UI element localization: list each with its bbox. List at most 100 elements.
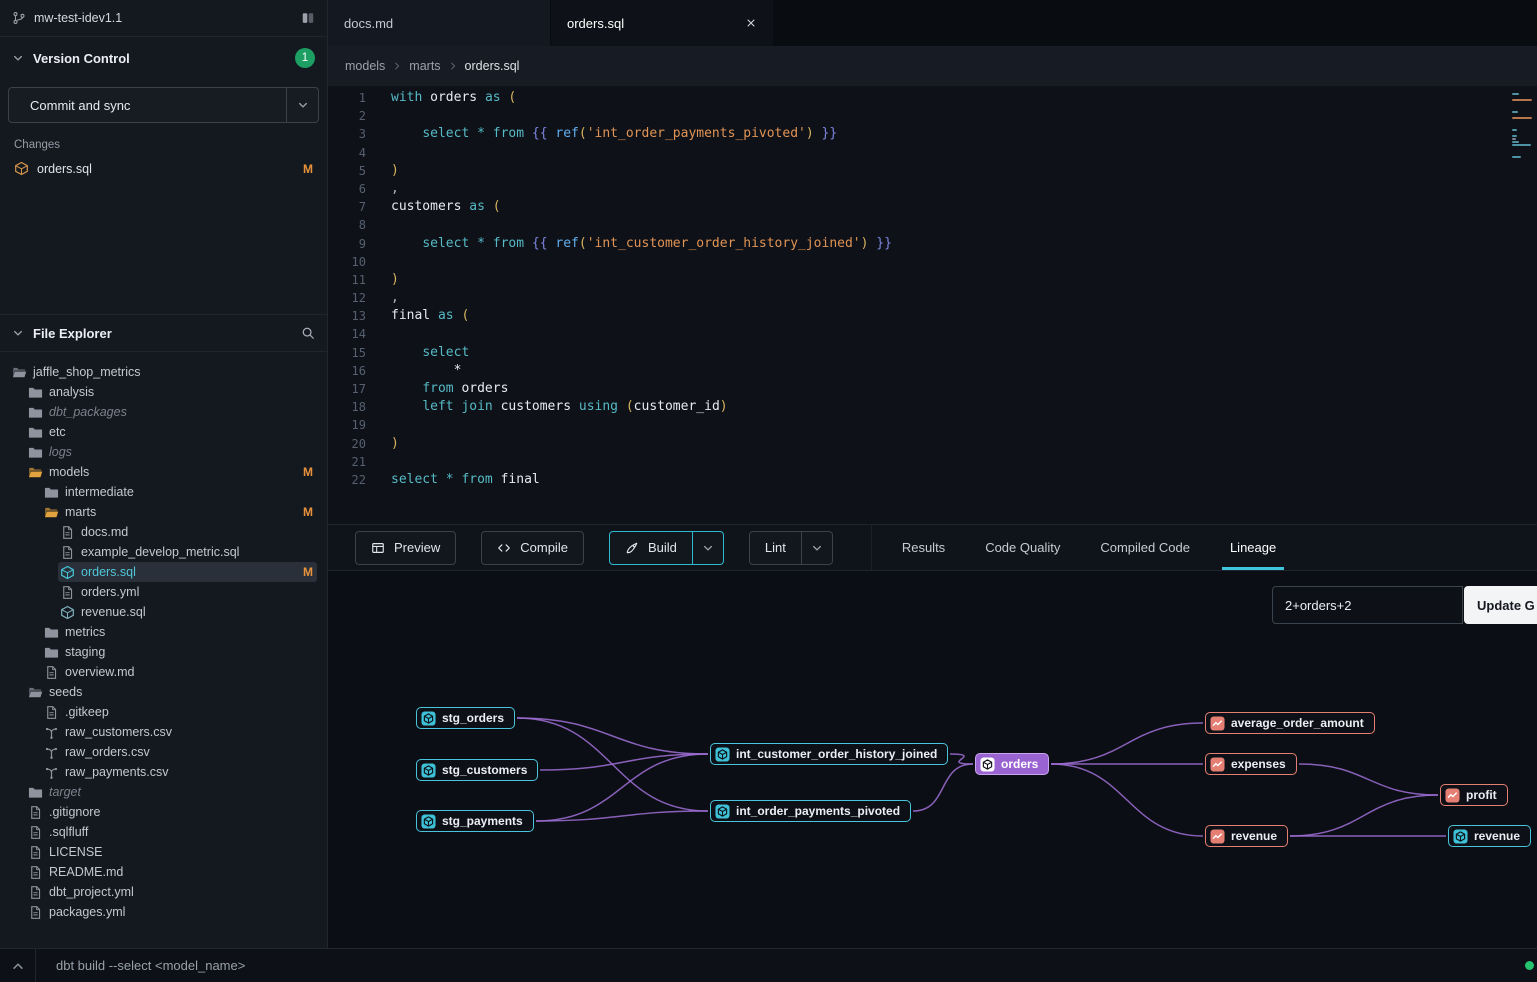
lineage-node-stg-payments[interactable]: stg_payments [416, 810, 534, 832]
commit-options-chevron[interactable] [286, 88, 318, 122]
lineage-node-stg-orders[interactable]: stg_orders [416, 707, 515, 729]
panel-toggle-icon[interactable] [301, 11, 315, 25]
close-icon[interactable] [745, 17, 757, 29]
file-icon [44, 705, 59, 720]
tab-results[interactable]: Results [902, 525, 945, 570]
tab-compiled-code[interactable]: Compiled Code [1100, 525, 1190, 570]
breadcrumb-item[interactable]: marts [409, 59, 440, 73]
tree-item-label: docs.md [81, 525, 128, 539]
folder-icon [44, 625, 59, 640]
code-line: 4 [328, 144, 1537, 162]
tab-lineage[interactable]: Lineage [1230, 525, 1276, 570]
code-editor[interactable]: 1with orders as (23 select * from {{ ref… [328, 86, 1537, 524]
tab-docs-md[interactable]: docs.md [328, 0, 551, 46]
cube-icon [60, 565, 75, 580]
tree-item-target[interactable]: target [0, 782, 327, 802]
lineage-node-revenue-model[interactable]: revenue [1448, 825, 1531, 847]
build-options-chevron[interactable] [692, 531, 724, 565]
tree-item-label: .sqlfluff [49, 825, 88, 839]
tree-item-label: raw_customers.csv [65, 725, 172, 739]
tree-item-raw-payments-csv[interactable]: raw_payments.csv [0, 762, 327, 782]
folder-icon [28, 425, 43, 440]
tree-item-logs[interactable]: logs [0, 442, 327, 462]
tree-item-etc[interactable]: etc [0, 422, 327, 442]
tree-item-license[interactable]: LICENSE [0, 842, 327, 862]
build-button[interactable]: Build [609, 531, 693, 565]
lineage-node-int-order-payments-pivoted[interactable]: int_order_payments_pivoted [710, 800, 911, 822]
commit-and-sync-button[interactable]: Commit and sync [8, 87, 319, 123]
file-icon [60, 585, 75, 600]
tree-item-seeds[interactable]: seeds [0, 682, 327, 702]
tree-item-orders-sql[interactable]: orders.sqlM [0, 562, 327, 582]
lint-button[interactable]: Lint [749, 531, 802, 565]
seed-icon [44, 745, 59, 760]
file-icon [28, 805, 43, 820]
tab-label: orders.sql [567, 16, 624, 31]
tree-item-analysis[interactable]: analysis [0, 382, 327, 402]
folder-open-icon [12, 365, 27, 380]
chevron-down-icon[interactable] [12, 52, 24, 64]
tab-orders-sql[interactable]: orders.sql [551, 0, 774, 46]
tree-item-jaffle-shop-metrics[interactable]: jaffle_shop_metrics [0, 362, 327, 382]
tree-item-sqlfluff[interactable]: .sqlfluff [0, 822, 327, 842]
tree-item-dbt-packages[interactable]: dbt_packages [0, 402, 327, 422]
chevron-down-icon[interactable] [12, 327, 24, 339]
tree-item-label: .gitkeep [65, 705, 109, 719]
breadcrumb-item[interactable]: models [345, 59, 385, 73]
tree-item-example-develop-metric-sql[interactable]: example_develop_metric.sql [0, 542, 327, 562]
file-icon [28, 825, 43, 840]
tree-item-readme-md[interactable]: README.md [0, 862, 327, 882]
tree-item-gitkeep[interactable]: .gitkeep [0, 702, 327, 722]
line-number: 3 [328, 125, 366, 143]
tree-item-metrics[interactable]: metrics [0, 622, 327, 642]
code-line: 10 [328, 253, 1537, 271]
preview-button[interactable]: Preview [355, 531, 456, 565]
tree-item-gitignore[interactable]: .gitignore [0, 802, 327, 822]
tree-item-intermediate[interactable]: intermediate [0, 482, 327, 502]
lineage-node-orders[interactable]: orders [975, 753, 1049, 775]
tab-code-quality[interactable]: Code Quality [985, 525, 1060, 570]
lineage-selector-input[interactable] [1272, 586, 1463, 624]
compile-button[interactable]: Compile [481, 531, 584, 565]
lint-options-chevron[interactable] [801, 531, 833, 565]
lineage-node-stg-customers[interactable]: stg_customers [416, 759, 538, 781]
code-line: 19 [328, 416, 1537, 434]
build-label: Build [648, 540, 677, 555]
model-cube-icon [1453, 829, 1468, 844]
tree-item-raw-customers-csv[interactable]: raw_customers.csv [0, 722, 327, 742]
line-number: 19 [328, 416, 366, 434]
code-line: 17 from orders [328, 380, 1537, 398]
tree-item-packages-yml[interactable]: packages.yml [0, 902, 327, 922]
tree-item-dbt-project-yml[interactable]: dbt_project.yml [0, 882, 327, 902]
tree-item-revenue-sql[interactable]: revenue.sql [0, 602, 327, 622]
update-graph-button[interactable]: Update G [1464, 586, 1537, 624]
code-line: 7customers as ( [328, 198, 1537, 216]
file-tree: jaffle_shop_metricsanalysisdbt_packagese… [0, 353, 327, 948]
tree-item-overview-md[interactable]: overview.md [0, 662, 327, 682]
lineage-node-profit[interactable]: profit [1440, 784, 1508, 806]
tree-item-label: revenue.sql [81, 605, 146, 619]
minimap[interactable] [1512, 93, 1534, 159]
line-number: 15 [328, 344, 366, 362]
tree-item-orders-yml[interactable]: orders.yml [0, 582, 327, 602]
tree-item-staging[interactable]: staging [0, 642, 327, 662]
file-icon [60, 525, 75, 540]
command-input[interactable] [35, 949, 1519, 982]
line-number: 13 [328, 307, 366, 325]
search-icon[interactable] [301, 326, 315, 340]
code-line: 12, [328, 289, 1537, 307]
line-number: 6 [328, 180, 366, 198]
lineage-node-int-customer-order-history-joined[interactable]: int_customer_order_history_joined [710, 743, 948, 765]
chevron-up-icon[interactable] [11, 959, 25, 973]
lineage-node-average-order-amount[interactable]: average_order_amount [1205, 712, 1375, 734]
tree-item-models[interactable]: modelsM [0, 462, 327, 482]
tree-item-label: marts [65, 505, 96, 519]
breadcrumb-item[interactable]: orders.sql [465, 59, 520, 73]
changed-file-item[interactable]: orders.sql M [14, 161, 313, 176]
tree-item-raw-orders-csv[interactable]: raw_orders.csv [0, 742, 327, 762]
lineage-node-revenue-metric[interactable]: revenue [1205, 825, 1288, 847]
tree-item-marts[interactable]: martsM [0, 502, 327, 522]
lineage-node-expenses[interactable]: expenses [1205, 753, 1297, 775]
changes-count-badge: 1 [295, 48, 315, 68]
tree-item-docs-md[interactable]: docs.md [0, 522, 327, 542]
